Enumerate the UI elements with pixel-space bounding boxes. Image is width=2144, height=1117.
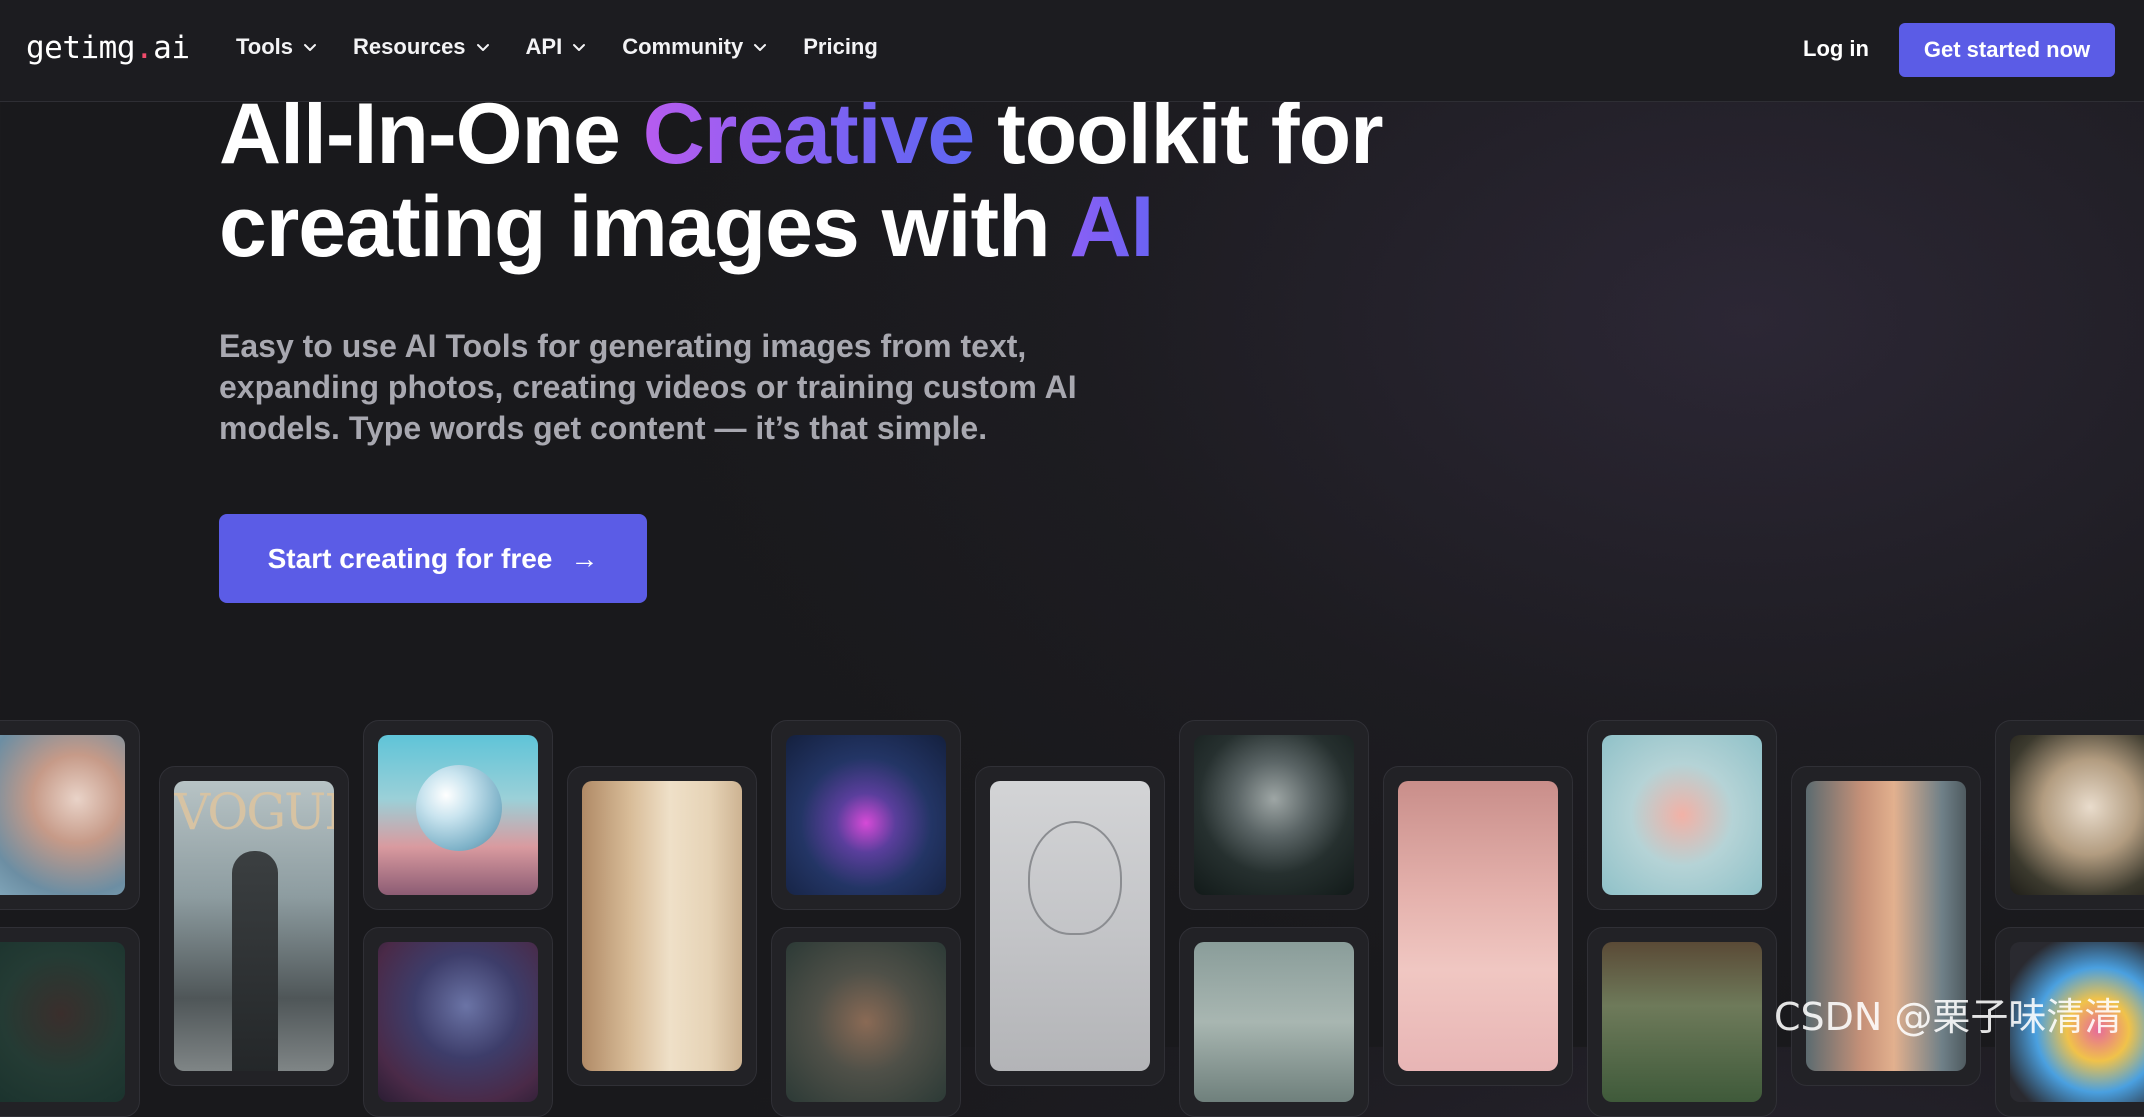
gallery-image-vogue-statue: VOGUE [174, 781, 334, 1071]
start-creating-label: Start creating for free [267, 542, 553, 574]
gallery-image-wireframe-head [990, 781, 1150, 1071]
gallery-image-neon-robot [786, 735, 946, 895]
gallery-image-minimal-bedroom [582, 781, 742, 1071]
gallery-image-glass-sphere [378, 735, 538, 895]
nav-item-label: API [525, 34, 563, 59]
gallery-card[interactable] [1995, 720, 2144, 910]
gallery-card[interactable] [1179, 927, 1369, 1117]
get-started-button[interactable]: Get started now [1899, 23, 2115, 77]
nav-item-tools[interactable]: Tools [236, 34, 317, 60]
gallery-image-pale-alien [1194, 735, 1354, 895]
gallery-card[interactable] [0, 720, 140, 910]
logo-tld: ai [153, 30, 190, 66]
start-creating-button[interactable]: Start creating for free → [219, 514, 647, 603]
nav-item-label: Community [622, 34, 744, 59]
gallery-card[interactable] [567, 766, 757, 1086]
sphere-shape [416, 765, 502, 851]
gallery-image-cyberpunk-figure [378, 942, 538, 1102]
gallery-card[interactable] [1587, 927, 1777, 1117]
chevron-down-icon [476, 44, 489, 51]
chevron-down-icon [754, 44, 767, 51]
nav-item-pricing[interactable]: Pricing [803, 34, 878, 60]
gallery-image-misty-figure [1194, 942, 1354, 1102]
logo-text: getimg [26, 30, 135, 66]
gallery-image-greenhouse [1602, 942, 1762, 1102]
gallery-image-pink-teddy-room [1398, 781, 1558, 1071]
gallery-image-dark-figure [0, 942, 125, 1102]
gallery-image-marble-statue [2010, 735, 2144, 895]
vogue-cover-text: VOGUE [174, 783, 334, 841]
nav-item-api[interactable]: API [526, 34, 587, 60]
arrow-right-icon: → [570, 542, 599, 574]
nav-item-label: Resources [353, 34, 466, 59]
gallery-card[interactable] [363, 720, 553, 910]
login-link[interactable]: Log in [1803, 36, 1869, 62]
gallery-image-glass-runner [1602, 735, 1762, 895]
gallery-image-woman-profile [0, 735, 125, 895]
gallery-card[interactable] [771, 720, 961, 910]
nav-item-community[interactable]: Community [622, 34, 767, 60]
wireframe-head-shape [1028, 821, 1122, 935]
nav-item-label: Pricing [803, 34, 878, 59]
gallery-card[interactable]: VOGUE [159, 766, 349, 1086]
chevron-down-icon [304, 44, 317, 51]
chevron-down-icon [573, 44, 586, 51]
statue-silhouette [232, 851, 278, 1071]
logo[interactable]: getimg.ai [26, 30, 190, 66]
hero-subtitle: Easy to use AI Tools for generating imag… [219, 328, 1077, 446]
nav-item-label: Tools [236, 34, 294, 59]
nav-item-resources[interactable]: Resources [353, 34, 490, 60]
watermark: CSDN @栗子味清清 [1774, 995, 2123, 1039]
top-navbar: getimg.ai Tools Resources API Community … [0, 0, 2144, 102]
hero-title-ai: AI [1069, 179, 1154, 275]
gallery-card[interactable] [1383, 766, 1573, 1086]
gallery-card[interactable] [975, 766, 1165, 1086]
hero-title: All-In-One Creative toolkit for creating… [219, 88, 1519, 274]
logo-dot: . [134, 30, 154, 66]
gallery-card[interactable] [0, 927, 140, 1117]
gallery-image-woman-face [786, 942, 946, 1102]
gallery-card[interactable] [771, 927, 961, 1117]
gallery-card[interactable] [1179, 720, 1369, 910]
gallery-card[interactable] [1587, 720, 1777, 910]
gallery-card[interactable] [363, 927, 553, 1117]
main-nav: Tools Resources API Community Pricing [236, 34, 914, 60]
